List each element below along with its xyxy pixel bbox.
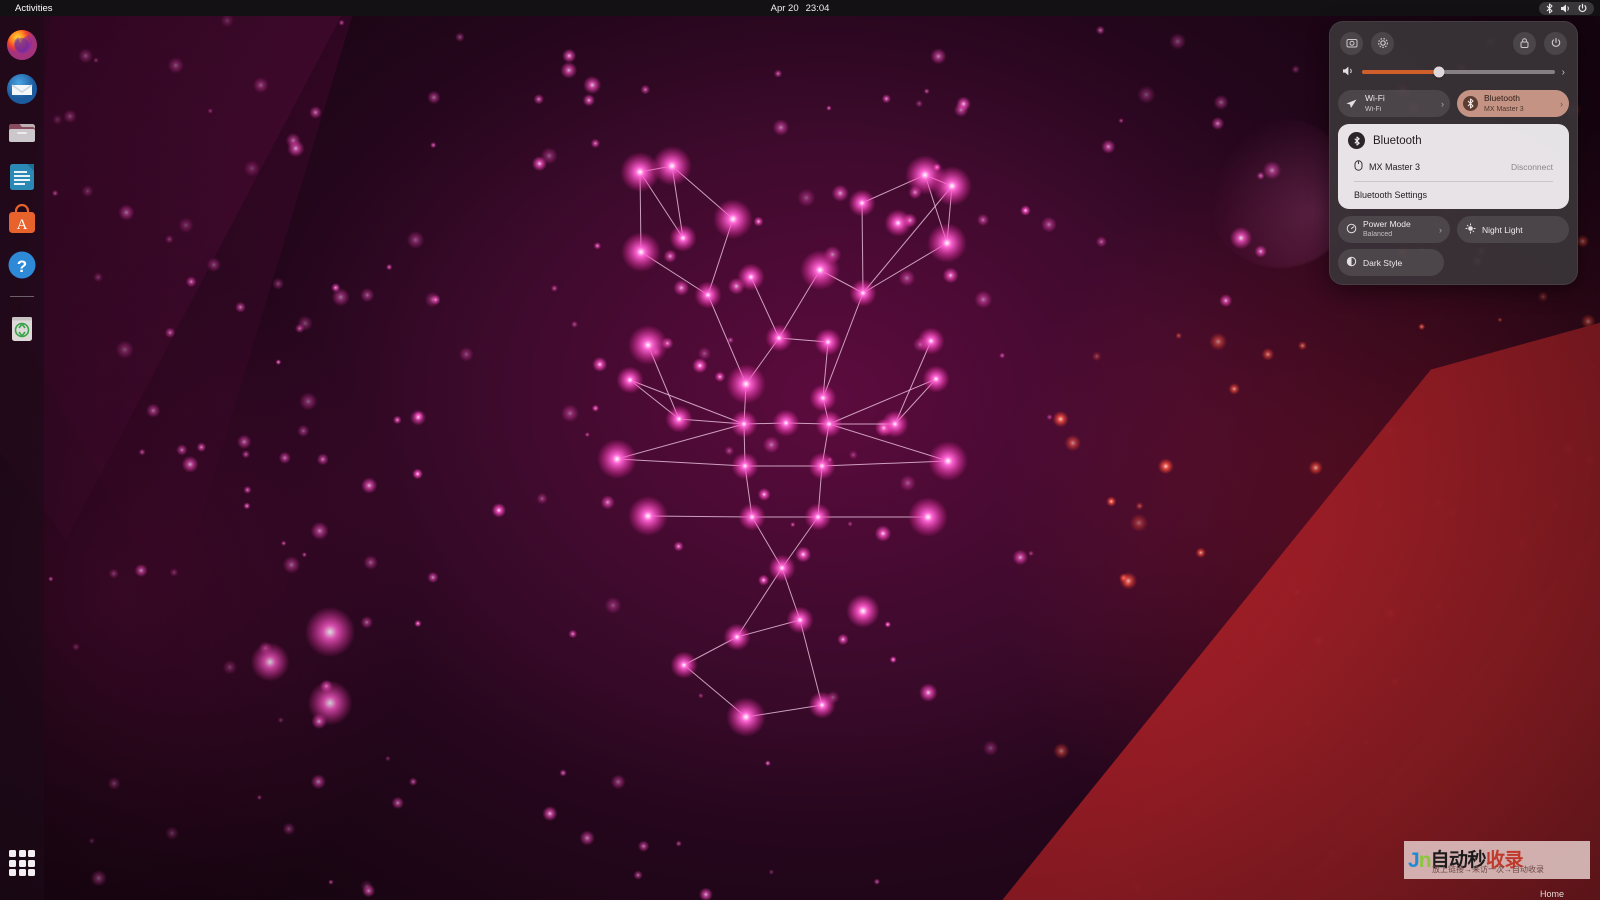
bluetooth-popup-divider — [1354, 181, 1553, 182]
dock-item-ubuntu-software[interactable]: A — [5, 203, 39, 238]
night-light-title: Night Light — [1482, 224, 1523, 235]
bluetooth-tile[interactable]: Bluetooth MX Master 3 › — [1457, 90, 1569, 117]
bluetooth-icon — [1348, 132, 1365, 149]
activities-button[interactable]: Activities — [8, 2, 59, 15]
dark-style-button[interactable]: Dark Style — [1338, 249, 1444, 276]
power-mode-arrow[interactable]: › — [1439, 225, 1442, 235]
power-mode-subtitle: Balanced — [1363, 231, 1393, 239]
status-area-button[interactable] — [1539, 1, 1594, 15]
grid-dot — [28, 859, 35, 867]
watermark-banner: Jn 自动秒收录 放上链接→来访一次→自动收录 — [1404, 841, 1590, 879]
grid-dot — [28, 850, 35, 857]
grid-dot — [18, 869, 26, 876]
dock-separator — [10, 296, 34, 297]
svg-text:A: A — [17, 217, 28, 233]
watermark-logo-n: n — [1418, 848, 1432, 872]
power-mode-icon — [1346, 223, 1357, 236]
mouse-icon — [1354, 160, 1363, 173]
bluetooth-popup: Bluetooth MX Master 3 Disconnect Bluetoo… — [1338, 124, 1569, 209]
clock-button[interactable]: Apr 20 23:04 — [763, 2, 838, 15]
dark-style-title: Dark Style — [1363, 257, 1403, 268]
wifi-tile-arrow[interactable]: › — [1441, 99, 1444, 109]
grid-dot — [28, 869, 35, 876]
power-icon — [1577, 3, 1588, 14]
grid-dot — [9, 859, 16, 867]
volume-row: › — [1338, 60, 1569, 84]
quick-settings-header — [1338, 30, 1569, 57]
bluetooth-device-name: MX Master 3 — [1369, 161, 1421, 172]
grid-dot — [18, 850, 26, 857]
quick-settings-panel: › Wi-Fi Wi-Fi › Bluetooth MX Master 3 › — [1329, 21, 1578, 285]
watermark-subtitle: 放上链接→来访一次→自动收录 — [1432, 865, 1544, 874]
screenshot-icon — [1346, 37, 1358, 51]
dock-item-files[interactable] — [5, 116, 39, 150]
volume-icon[interactable] — [1342, 65, 1355, 79]
volume-slider-fill — [1362, 70, 1440, 74]
grid-dot — [18, 859, 26, 867]
bluetooth-tile-title: Bluetooth — [1484, 92, 1520, 103]
bluetooth-popup-title: Bluetooth — [1373, 134, 1422, 147]
bluetooth-tile-subtitle: MX Master 3 — [1484, 106, 1524, 114]
lock-button[interactable] — [1513, 32, 1536, 55]
show-applications-button[interactable] — [7, 848, 37, 878]
volume-expand-arrow[interactable]: › — [1562, 67, 1565, 78]
bluetooth-disconnect-button[interactable]: Disconnect — [1511, 162, 1559, 172]
dock-item-trash[interactable] — [5, 311, 39, 345]
dock-item-firefox[interactable] — [5, 28, 39, 62]
power-mode-title: Power Mode — [1363, 218, 1411, 229]
bluetooth-tile-arrow[interactable]: › — [1560, 99, 1563, 109]
top-bar: Activities Apr 20 23:04 — [0, 0, 1600, 16]
quick-settings-bottom-row-2: Dark Style — [1338, 249, 1569, 276]
dock-item-libreoffice-writer[interactable] — [5, 160, 39, 194]
wifi-tile-subtitle: Wi-Fi — [1365, 106, 1382, 114]
settings-button[interactable] — [1371, 32, 1394, 55]
bluetooth-icon — [1463, 96, 1478, 111]
volume-icon — [1560, 3, 1571, 14]
grid-dot — [9, 869, 16, 876]
watermark-logo-u: J — [1408, 848, 1420, 872]
dock-item-help[interactable]: ? — [5, 248, 39, 282]
volume-slider-handle[interactable] — [1433, 66, 1445, 78]
watermark-logo: Jn — [1408, 848, 1432, 872]
watermark-home-label: Home — [1539, 889, 1564, 899]
quick-settings-tiles: Wi-Fi Wi-Fi › Bluetooth MX Master 3 › — [1338, 90, 1569, 117]
wifi-tile[interactable]: Wi-Fi Wi-Fi › — [1338, 90, 1450, 117]
lock-icon — [1519, 37, 1530, 51]
bluetooth-device-row[interactable]: MX Master 3 Disconnect — [1344, 155, 1563, 178]
wifi-icon — [1344, 96, 1359, 111]
screenshot-button[interactable] — [1340, 32, 1363, 55]
quick-settings-bottom-row: Power Mode Balanced › Night Light — [1338, 216, 1569, 243]
dock: A ? — [0, 16, 44, 900]
grid-dot — [9, 850, 16, 857]
bluetooth-settings-button[interactable]: Bluetooth Settings — [1344, 185, 1563, 203]
clock-time: 23:04 — [805, 2, 830, 14]
night-light-button[interactable]: Night Light — [1457, 216, 1569, 243]
svg-text:?: ? — [17, 257, 27, 276]
power-mode-button[interactable]: Power Mode Balanced › — [1338, 216, 1450, 243]
bluetooth-popup-header: Bluetooth — [1344, 132, 1563, 155]
clock-date: Apr 20 — [770, 2, 799, 14]
gear-icon — [1377, 37, 1389, 51]
dark-style-icon — [1346, 256, 1357, 269]
bluetooth-icon — [1545, 2, 1554, 14]
volume-slider[interactable] — [1362, 66, 1555, 78]
dock-item-thunderbird[interactable] — [5, 72, 39, 106]
power-icon — [1550, 37, 1562, 51]
night-light-icon — [1465, 223, 1476, 236]
wifi-tile-title: Wi-Fi — [1365, 92, 1385, 103]
power-button[interactable] — [1544, 32, 1567, 55]
